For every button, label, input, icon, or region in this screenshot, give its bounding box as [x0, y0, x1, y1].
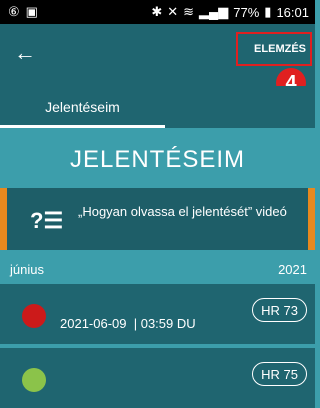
month-header: június 2021	[0, 258, 315, 280]
analyze-button[interactable]: ELEMZÉS	[236, 32, 312, 66]
battery-icon: ▮	[264, 4, 272, 19]
back-arrow-icon[interactable]: ←	[14, 42, 36, 64]
active-tab-indicator	[0, 125, 165, 128]
bluetooth-icon: ✱	[151, 4, 163, 19]
hr-badge: HR 75	[252, 362, 307, 386]
video-guide-text: „Hogyan olvassa el jelentését” videó	[78, 204, 287, 219]
status-dot-icon	[22, 368, 46, 392]
app-bar: ← ELEMZÉS 4	[0, 24, 315, 98]
status-bar: ⑥ ▣ ✱ ✕ ≋ ▂▄▆ 77% ▮ 16:01	[0, 0, 315, 24]
report-row[interactable]: 2021-06-09 | 03:59 DU HR 73	[0, 284, 315, 344]
hr-badge: HR 73	[252, 298, 307, 322]
month-label: június	[10, 262, 44, 277]
help-list-icon: ?☰	[30, 208, 64, 233]
report-date: 2021-06-09 | 03:59 DU	[60, 316, 196, 331]
page-title: JELENTÉSEIM	[69, 146, 246, 173]
video-guide-card[interactable]: ?☰ „Hogyan olvassa el jelentését” videó	[0, 188, 315, 250]
image-icon: ▣	[25, 4, 38, 19]
clock: 16:01	[276, 4, 309, 20]
year-label: 2021	[278, 262, 307, 277]
wifi-icon: ≋	[183, 4, 195, 19]
battery-percent: 77%	[233, 4, 260, 20]
status-dot-icon	[22, 304, 46, 328]
report-row[interactable]: HR 75	[0, 348, 315, 408]
tab-jelenteseim[interactable]: Jelentéseim	[0, 86, 165, 128]
status-right-icons: ✱ ✕ ≋ ▂▄▆ 77% ▮ 16:01	[151, 4, 309, 20]
status-left-icons: ⑥ ▣	[8, 4, 38, 20]
card-accent-right	[308, 188, 315, 250]
card-accent-left	[0, 188, 7, 250]
notification-icon: ⑥	[8, 4, 20, 19]
mute-icon: ✕	[167, 4, 179, 19]
tab-bar: Jelentéseim	[0, 86, 315, 128]
signal-icon: ▂▄▆	[199, 4, 229, 19]
